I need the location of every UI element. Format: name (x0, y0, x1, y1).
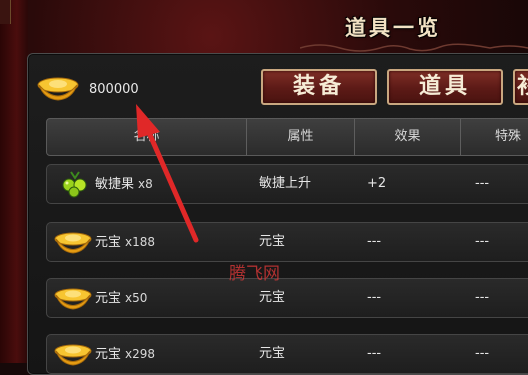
item-special: --- (475, 346, 490, 361)
gold-ingot-icon (54, 232, 92, 254)
tab-equipment[interactable]: 装备 (261, 69, 377, 105)
left-frame-corner (0, 0, 11, 24)
item-attribute: 元宝 (259, 290, 286, 305)
gold-ingot-icon (54, 344, 92, 366)
gold-ingot-icon (37, 77, 79, 101)
table-row[interactable]: 元宝 x298 元宝 --- --- (46, 334, 528, 374)
item-effect: --- (367, 234, 382, 249)
item-effect: +2 (367, 176, 387, 191)
item-attribute: 元宝 (259, 234, 286, 249)
item-special: --- (475, 176, 490, 191)
item-effect: --- (367, 290, 382, 305)
table-row[interactable]: 敏捷果 x8 敏捷上升 +2 --- (46, 164, 528, 204)
title-ornament (300, 43, 528, 52)
item-name-cell: 敏捷果 x8 (95, 177, 153, 192)
column-header-effect[interactable]: 效果 (355, 119, 461, 155)
column-header-attribute[interactable]: 属性 (247, 119, 355, 155)
table-row[interactable]: 元宝 x50 元宝 --- --- (46, 278, 528, 318)
item-effect: --- (367, 346, 382, 361)
gold-ingot-icon (54, 288, 92, 310)
item-name-cell: 元宝 x298 (95, 347, 156, 362)
item-name-cell: 元宝 x50 (95, 291, 148, 306)
tab-partial[interactable]: 衫 (513, 69, 528, 105)
column-header-special[interactable]: 特殊 (461, 119, 528, 155)
window-title: 道具一览 (345, 15, 441, 40)
item-quantity: x188 (125, 235, 156, 249)
currency-amount: 800000 (89, 82, 139, 97)
item-attribute: 元宝 (259, 346, 286, 361)
item-special: --- (475, 290, 490, 305)
tab-items[interactable]: 道具 (387, 69, 503, 105)
item-attribute: 敏捷上升 (259, 176, 312, 191)
table-row[interactable]: 元宝 x188 元宝 --- --- (46, 222, 528, 262)
watermark-text: 腾飞网 (229, 264, 280, 284)
left-frame-edge (0, 0, 28, 363)
item-quantity: x8 (138, 177, 153, 191)
item-table: 名称 属性 效果 特殊 敏捷果 x8 敏捷上升 +2 --- 元宝 x188 元宝 … (46, 118, 528, 374)
item-special: --- (475, 234, 490, 249)
table-header: 名称 属性 效果 特殊 (46, 118, 528, 156)
item-quantity: x298 (125, 347, 156, 361)
fruit-icon (62, 171, 87, 198)
item-quantity: x50 (125, 291, 148, 305)
column-header-name[interactable]: 名称 (47, 119, 247, 155)
item-name-cell: 元宝 x188 (95, 235, 156, 250)
